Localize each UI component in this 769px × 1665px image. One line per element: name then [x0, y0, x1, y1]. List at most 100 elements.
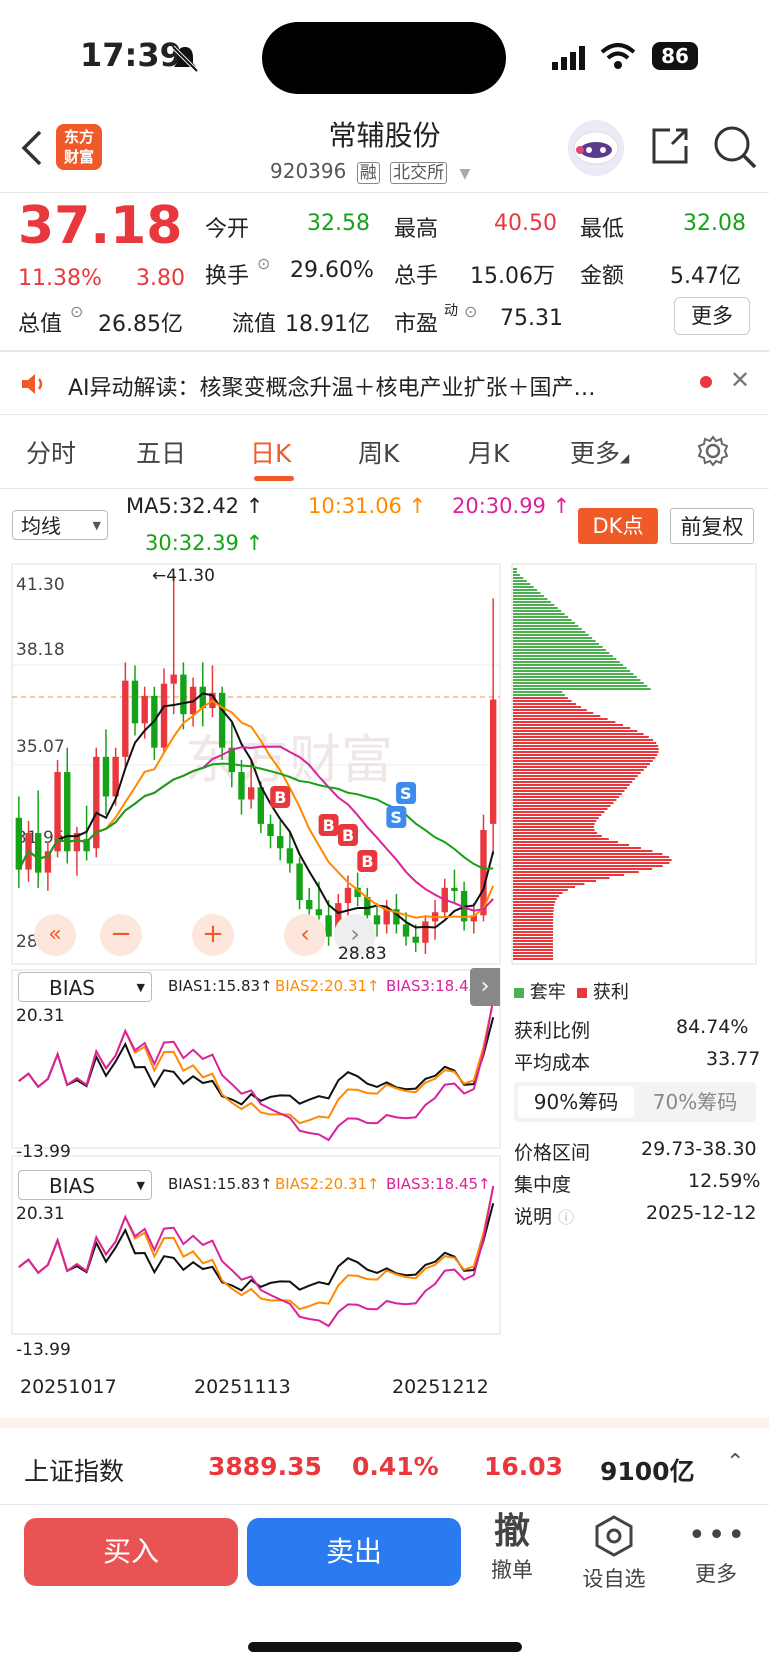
tab-monthly-k[interactable]: 月K: [468, 434, 509, 470]
chip-bar: [513, 640, 596, 642]
bias3-value: BIAS3:18.45↑: [386, 1175, 491, 1193]
chip-bar: [513, 634, 589, 636]
note-label[interactable]: 说明 ⓘ: [514, 1202, 574, 1229]
pe-label: 市盈: [394, 312, 439, 337]
tab-more[interactable]: 更多◢: [570, 434, 629, 470]
chip-bar: [513, 700, 572, 702]
bias2-value: BIAS2:20.31↑: [275, 1175, 380, 1193]
date-tick-end: 20251212: [392, 1376, 489, 1398]
signal-marker-label: B: [342, 826, 354, 845]
ma-select[interactable]: 均线 ▼: [12, 510, 108, 540]
info-dots-icon[interactable]: ⊙: [257, 254, 270, 273]
chip-bar: [513, 661, 620, 663]
close-icon[interactable]: ✕: [730, 366, 750, 394]
chip-bar: [513, 718, 608, 720]
tab-daily-k[interactable]: 日K: [250, 434, 291, 470]
zoom-out-button[interactable]: −: [100, 914, 142, 956]
stock-code-row[interactable]: 920396 融 北交所 ▼: [270, 158, 470, 184]
chevron-up-icon[interactable]: ⌃: [726, 1450, 744, 1475]
bias1-value: BIAS1:15.83↑: [168, 977, 273, 995]
tab-intraday[interactable]: 分时: [26, 434, 76, 470]
chip-bar: [513, 820, 597, 822]
chip-bar: [513, 871, 639, 873]
more-button[interactable]: ••• 更多: [688, 1514, 745, 1588]
chip-bar: [513, 901, 556, 903]
bias-bottom-label: -13.99: [16, 1142, 71, 1162]
info-dots-icon[interactable]: ⊙: [70, 302, 83, 321]
candle-body: [489, 699, 497, 824]
bias2-value: BIAS2:20.31↑: [275, 977, 380, 995]
chip-bar: [513, 571, 517, 573]
high-label: ←41.30: [152, 566, 215, 586]
chip-bar: [513, 655, 613, 657]
prev-button[interactable]: ‹: [284, 914, 326, 956]
chip-bar: [513, 613, 565, 615]
bias-top-label: 20.31: [16, 1006, 65, 1026]
chip-bar: [513, 694, 565, 696]
chip-bar: [513, 721, 616, 723]
volume-value: 15.06万: [470, 264, 555, 289]
chip-bar: [513, 883, 585, 885]
chip-bar: [513, 880, 597, 882]
settings-gear-icon[interactable]: [696, 434, 730, 472]
chip-bar: [513, 667, 627, 669]
profit-label: 获利比例: [514, 1020, 591, 1042]
chip-bar: [513, 697, 568, 699]
chip-bar: [513, 943, 554, 945]
sell-button[interactable]: 卖出: [247, 1518, 461, 1586]
chip-bar: [513, 790, 625, 792]
chip-bar: [513, 586, 534, 588]
info-dots-icon[interactable]: ⊙: [464, 302, 477, 321]
ma30-value: 30:32.39 ↑: [145, 531, 264, 555]
signal-marker-label: S: [390, 808, 402, 827]
index-divider: [0, 1504, 769, 1505]
zoom-in-button[interactable]: +: [192, 914, 234, 956]
chip-bar: [513, 643, 600, 645]
chip-bar: [513, 712, 594, 714]
chip-tab-70[interactable]: 70%筹码: [638, 1086, 752, 1118]
search-icon[interactable]: [712, 124, 758, 174]
tab-five-day[interactable]: 五日: [136, 434, 186, 470]
ai-robot-icon[interactable]: [566, 118, 626, 182]
chip-bar: [513, 859, 672, 861]
chart-controls: « − + ‹ ›: [34, 914, 482, 956]
cancel-label: 撤单: [491, 1558, 533, 1582]
chip-bar: [513, 769, 644, 771]
pe-value: 75.31: [500, 306, 563, 331]
index-bar[interactable]: 上证指数 3889.35 0.41% 16.03 9100亿 ⌃: [0, 1432, 769, 1502]
share-icon[interactable]: [648, 124, 692, 172]
chip-bar: [513, 805, 611, 807]
index-name: 上证指数: [24, 1457, 125, 1486]
chip-bar: [513, 814, 602, 816]
chip-bar: [513, 592, 541, 594]
chip-bar: [513, 865, 663, 867]
chip-bar: [513, 709, 587, 711]
expand-panel-button[interactable]: ›: [470, 968, 500, 1006]
ma5-value: MA5:32.42 ↑: [126, 494, 264, 518]
adjust-price-button[interactable]: 前复权: [670, 508, 754, 544]
news-text[interactable]: AI异动解读：核聚变概念升温＋核电产业扩张＋国产…: [68, 370, 668, 402]
candle-body: [170, 674, 177, 684]
chip-bar: [513, 781, 633, 783]
candle-body: [131, 680, 139, 724]
chip-bar: [513, 748, 659, 750]
buy-button[interactable]: 买入: [24, 1518, 238, 1586]
add-watchlist-button[interactable]: 设自选: [576, 1514, 652, 1593]
bias-select-2[interactable]: BIAS ▼: [18, 1170, 152, 1200]
candle-body: [180, 674, 187, 715]
candle-body: [451, 887, 458, 891]
date-tick-start: 20251017: [20, 1376, 117, 1398]
rewind-button[interactable]: «: [34, 914, 76, 956]
dk-point-button[interactable]: DK点: [578, 508, 658, 544]
chip-bar: [513, 787, 628, 789]
chip-bar: [513, 736, 649, 738]
bias-select-1[interactable]: BIAS ▼: [18, 972, 152, 1002]
signal-marker-label: S: [400, 784, 412, 803]
header-divider: [0, 192, 769, 193]
chip-bar: [513, 739, 654, 741]
cancel-order-button[interactable]: 撤 撤单: [484, 1510, 540, 1584]
chip-bar: [513, 856, 670, 858]
more-quote-button[interactable]: 更多: [674, 297, 750, 335]
tab-weekly-k[interactable]: 周K: [358, 434, 399, 470]
chip-tab-90[interactable]: 90%筹码: [518, 1086, 634, 1118]
